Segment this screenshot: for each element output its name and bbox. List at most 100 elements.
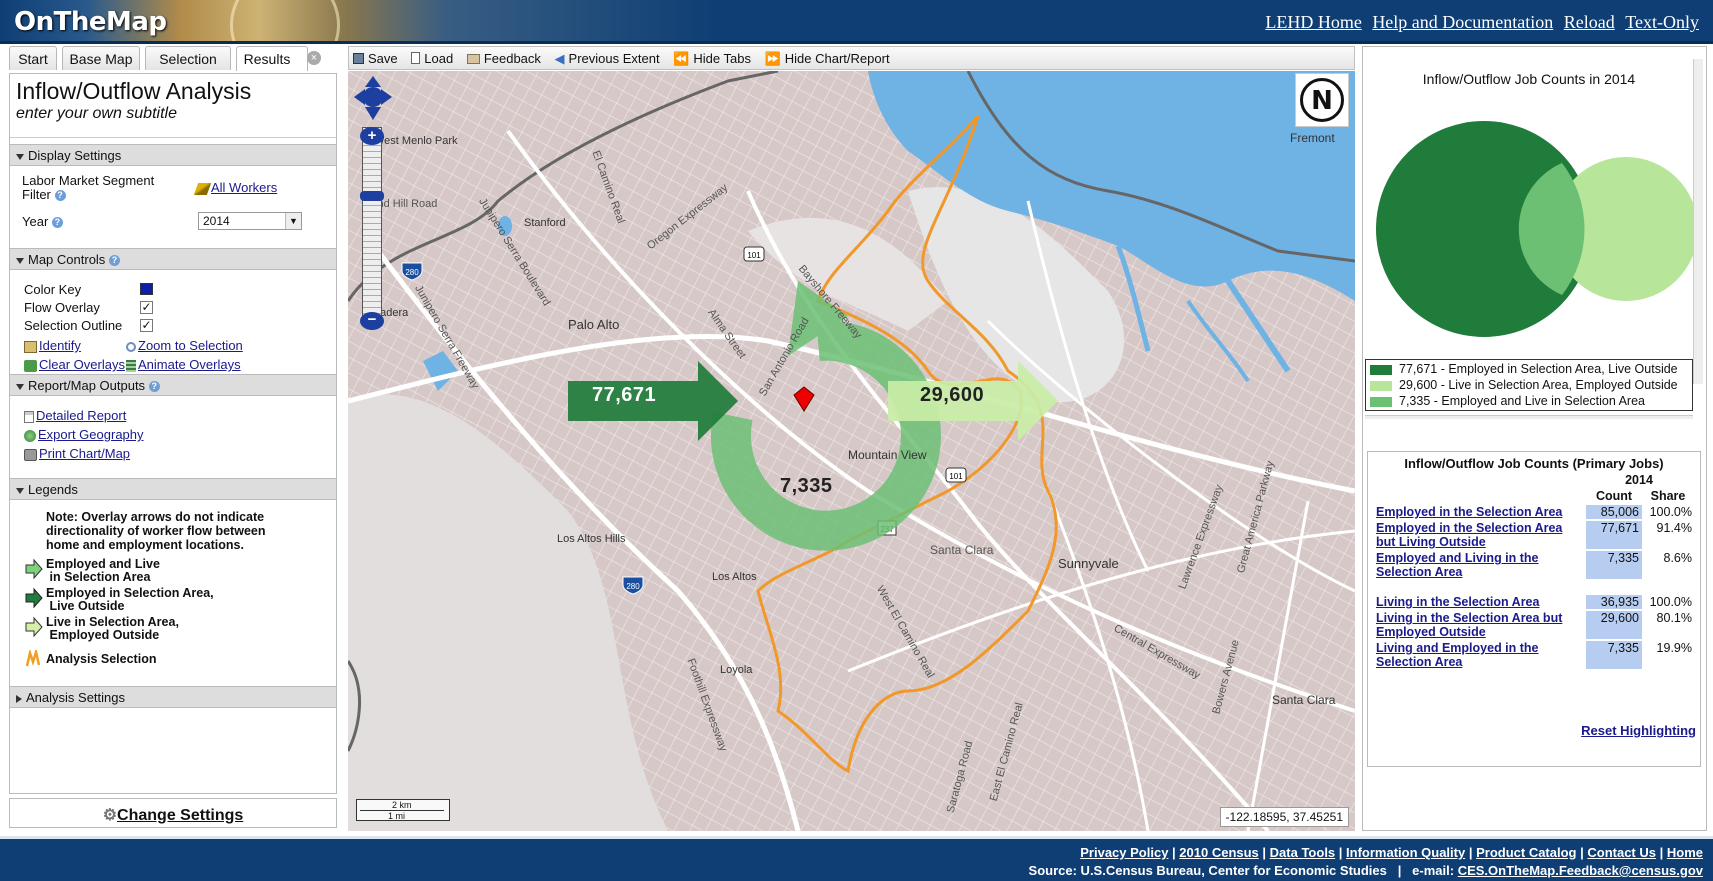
analysis-title-box: Inflow/Outflow Analysis enter your own s… <box>10 74 336 138</box>
all-workers-link[interactable]: All Workers <box>211 180 277 195</box>
legend-live-in: Live in Selection Area, Employed Outside <box>46 615 179 642</box>
tab-bar: Start Base Map Selection Results × <box>6 46 338 71</box>
zoom-slider-handle[interactable] <box>360 191 384 201</box>
row-link[interactable]: Employed in the Selection Area <box>1376 505 1562 519</box>
row-link[interactable]: Living in the Selection Area <box>1376 595 1539 609</box>
legends-header[interactable]: Legends <box>10 478 336 500</box>
reload-link[interactable]: Reload <box>1564 12 1615 32</box>
row-share: 91.4% <box>1656 521 1692 535</box>
help-icon[interactable]: ? <box>51 217 63 229</box>
identify-icon <box>24 340 37 353</box>
hide-tabs-button[interactable]: ⏪ Hide Tabs <box>673 51 751 66</box>
display-settings-header[interactable]: Display Settings <box>10 144 336 166</box>
tab-base-map[interactable]: Base Map <box>62 46 140 70</box>
place-label: Stanford <box>524 217 566 229</box>
tab-results[interactable]: Results <box>236 46 308 71</box>
text-only-link[interactable]: Text-Only <box>1625 12 1699 32</box>
arrow-icon-live-in <box>25 616 43 638</box>
hide-chart-report-button[interactable]: ⏩ Hide Chart/Report <box>765 51 890 66</box>
svg-text:101: 101 <box>747 251 761 260</box>
detailed-report-link[interactable]: Detailed Report <box>24 408 126 423</box>
report-outputs-title: Report/Map Outputs <box>28 378 146 393</box>
pan-control[interactable] <box>354 75 392 121</box>
app-header: OnTheMap LEHD Home Help and Documentatio… <box>0 0 1713 44</box>
job-counts-table: 2014 Count Share Employed in the Selectio… <box>1374 471 1694 671</box>
legend-employed-in: Employed in Selection Area, Live Outside <box>46 586 214 613</box>
place-label: Loyola <box>720 664 753 676</box>
print-chart-map-link[interactable]: Print Chart/Map <box>24 446 130 461</box>
row-link[interactable]: Employed in the Selection Area but Livin… <box>1376 521 1562 549</box>
help-link[interactable]: Help and Documentation <box>1372 12 1553 32</box>
help-icon[interactable]: ? <box>148 381 160 393</box>
lehd-home-link[interactable]: LEHD Home <box>1265 12 1361 32</box>
row-link[interactable]: Living and Employed in the Selection Are… <box>1376 641 1539 669</box>
save-button[interactable]: Save <box>353 51 398 66</box>
table-row: Living and Employed in the Selection Are… <box>1376 641 1692 669</box>
data-tools-link[interactable]: Data Tools <box>1270 845 1336 860</box>
map-controls-header[interactable]: Map Controls ? <box>10 248 336 270</box>
chart-horizontal-scrollbar[interactable] <box>1365 415 1693 419</box>
tab-start[interactable]: Start <box>9 46 57 70</box>
zoom-to-selection-tool[interactable]: Zoom to Selection <box>126 338 243 353</box>
row-link[interactable]: Living in the Selection Area but Employe… <box>1376 611 1562 639</box>
report-outputs-header[interactable]: Report/Map Outputs ? <box>10 374 336 396</box>
help-icon[interactable]: ? <box>108 255 120 267</box>
help-icon[interactable]: ? <box>54 190 66 202</box>
feedback-button[interactable]: Feedback <box>466 51 541 66</box>
row-link[interactable]: Employed and Living in the Selection Are… <box>1376 551 1539 579</box>
privacy-policy-link[interactable]: Privacy Policy <box>1080 845 1168 860</box>
home-link[interactable]: Home <box>1667 845 1703 860</box>
table-row: Living in the Selection Area 36,935 100.0% <box>1376 595 1692 609</box>
analysis-title[interactable]: Inflow/Outflow Analysis <box>16 78 330 105</box>
flow-overlay-checkbox[interactable]: ✓ <box>140 301 153 314</box>
zoom-in-button[interactable]: + <box>360 127 384 145</box>
information-quality-link[interactable]: Information Quality <box>1346 845 1465 860</box>
tab-selection[interactable]: Selection <box>145 46 231 70</box>
table-row: Employed in the Selection Area but Livin… <box>1376 521 1692 549</box>
place-label: Santa Clara <box>930 543 994 557</box>
map-canvas[interactable]: 101 280 280 237 101 West Menlo Park Stan… <box>348 71 1355 831</box>
export-geography-link[interactable]: Export Geography <box>24 427 144 442</box>
year-select[interactable]: 2014 ▼ <box>198 212 302 230</box>
census-2010-link[interactable]: 2010 Census <box>1179 845 1259 860</box>
legends-body: Note: Overlay arrows do not indicate dir… <box>10 500 336 686</box>
svg-text:280: 280 <box>405 268 419 277</box>
close-tab-icon[interactable]: × <box>307 51 321 65</box>
segment-filter-label: Labor Market Segment Filter ? <box>22 173 155 202</box>
identify-tool[interactable]: Identify <box>24 338 81 353</box>
svg-text:101: 101 <box>949 472 963 481</box>
gear-icon: ⚙ <box>102 807 118 824</box>
chart-scrollbar[interactable] <box>1693 59 1703 384</box>
eraser-icon <box>24 359 37 372</box>
collapse-triangle-icon <box>16 153 24 160</box>
arrow-icon-employed-in <box>25 587 43 609</box>
film-icon <box>126 359 136 372</box>
color-key-swatch[interactable] <box>140 283 153 295</box>
row-count: 29,600 <box>1586 611 1642 639</box>
analysis-subtitle[interactable]: enter your own subtitle <box>16 105 330 123</box>
change-settings-button[interactable]: ⚙Change Settings <box>9 798 337 828</box>
place-label: Los Altos <box>712 571 757 583</box>
chart-box: Inflow/Outflow Job Counts in 2014 77,671… <box>1364 49 1705 419</box>
previous-extent-button[interactable]: ◀ Previous Extent <box>555 51 660 66</box>
feedback-email-link[interactable]: CES.OnTheMap.Feedback@census.gov <box>1458 863 1703 878</box>
reset-highlighting-link[interactable]: Reset Highlighting <box>1581 723 1696 738</box>
year-label: Year ? <box>22 214 63 229</box>
load-button[interactable]: Load <box>411 51 453 66</box>
map-toolbar: Save Load Feedback ◀ Previous Extent ⏪ Hid… <box>348 46 1355 70</box>
analysis-settings-header[interactable]: Analysis Settings <box>10 686 336 708</box>
zoom-out-button[interactable]: − <box>360 312 384 330</box>
product-catalog-link[interactable]: Product Catalog <box>1476 845 1576 860</box>
flow-overlay-label: Flow Overlay <box>24 300 100 315</box>
contact-us-link[interactable]: Contact Us <box>1587 845 1656 860</box>
clear-overlays-tool[interactable]: Clear Overlays <box>24 357 125 372</box>
animate-overlays-tool[interactable]: Animate Overlays <box>126 357 241 372</box>
selection-outline-checkbox[interactable]: ✓ <box>140 319 153 332</box>
chevron-down-icon[interactable]: ▼ <box>285 213 301 229</box>
printer-icon <box>24 448 37 461</box>
place-label: Mountain View <box>848 448 927 462</box>
segment-filter-value[interactable]: All Workers <box>193 180 277 195</box>
zoom-slider-track[interactable] <box>362 127 382 325</box>
row-share: 100.0% <box>1649 505 1692 519</box>
highway-shield-101: 101 <box>945 467 967 483</box>
